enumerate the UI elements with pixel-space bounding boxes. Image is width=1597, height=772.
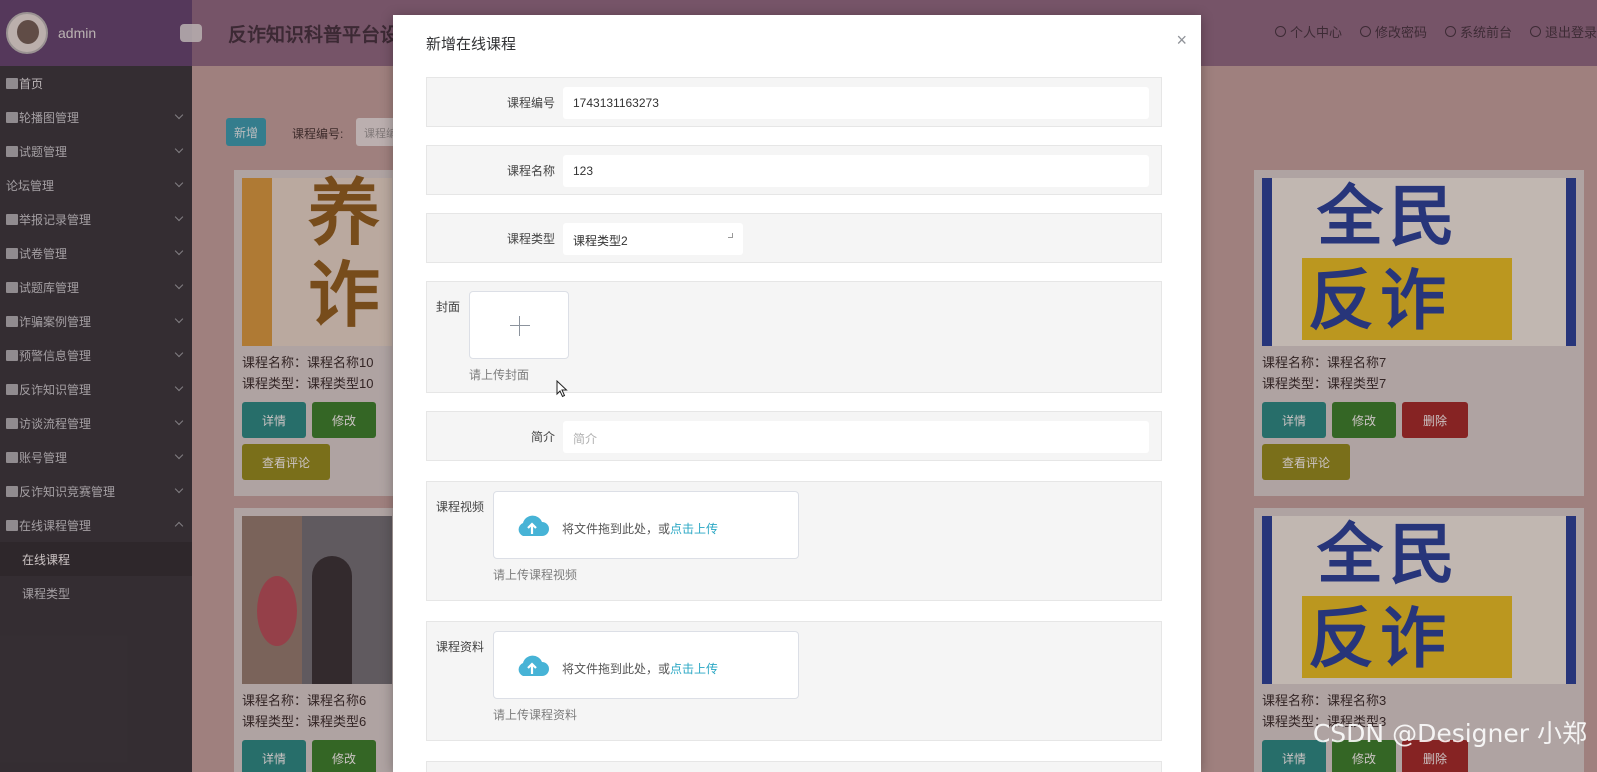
video-label: 课程视频 [436, 500, 485, 514]
cloud-upload-icon [518, 655, 549, 676]
video-upload-dropzone[interactable]: 将文件拖到此处，或点击上传 [493, 491, 799, 559]
intro-input[interactable]: 简介 [563, 421, 1149, 453]
intro-label: 简介 [531, 430, 556, 444]
form-row-intro: 简介 简介 [426, 411, 1162, 461]
plus-icon [519, 316, 520, 336]
cursor-icon [556, 380, 568, 398]
form-row-cover: 封面 请上传封面 [426, 281, 1162, 393]
click-upload-link[interactable]: 点击上传 [670, 662, 718, 676]
form-row-material: 课程资料 将文件拖到此处，或点击上传 请上传课程资料 [426, 621, 1162, 741]
type-select[interactable]: 课程类型2 [563, 223, 743, 255]
material-upload-dropzone[interactable]: 将文件拖到此处，或点击上传 [493, 631, 799, 699]
cover-tip: 请上传封面 [469, 368, 530, 382]
cover-uploader[interactable] [469, 291, 569, 359]
watermark: CSDN @Designer 小郑 [1312, 719, 1587, 748]
form-row-video: 课程视频 将文件拖到此处，或点击上传 请上传课程视频 [426, 481, 1162, 601]
name-label: 课程名称 [507, 164, 556, 178]
form-row-type: 课程类型 课程类型2 [426, 213, 1162, 263]
add-course-dialog: 新增在线课程 × 课程编号 1743131163273 课程名称 123 课程类… [393, 15, 1201, 772]
form-row-next [426, 761, 1162, 772]
plus-icon [510, 325, 530, 326]
cover-label: 封面 [436, 300, 461, 314]
material-label: 课程资料 [436, 640, 485, 654]
video-tip: 请上传课程视频 [493, 568, 578, 582]
drag-text: 将文件拖到此处，或点击上传 [562, 522, 719, 536]
dialog-title: 新增在线课程 [426, 36, 517, 53]
form-row-code: 课程编号 1743131163273 [426, 77, 1162, 127]
type-select-value: 课程类型2 [573, 234, 628, 248]
click-upload-link[interactable]: 点击上传 [670, 522, 718, 536]
type-label: 课程类型 [507, 232, 556, 246]
drag-text: 将文件拖到此处，或点击上传 [562, 662, 719, 676]
cloud-upload-icon [518, 515, 549, 536]
name-input[interactable]: 123 [563, 155, 1149, 187]
code-input[interactable]: 1743131163273 [563, 87, 1149, 119]
chevron-down-icon [728, 233, 733, 238]
close-icon[interactable]: × [1176, 31, 1187, 49]
code-label: 课程编号 [507, 96, 556, 110]
material-tip: 请上传课程资料 [493, 708, 578, 722]
form-row-name: 课程名称 123 [426, 145, 1162, 195]
